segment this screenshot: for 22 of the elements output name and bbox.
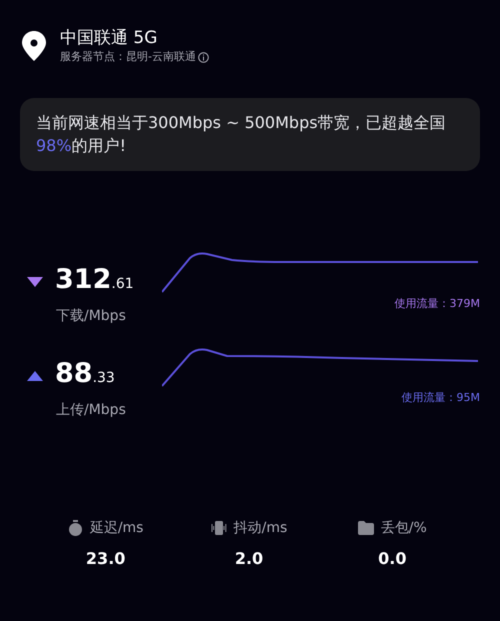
metric-value: 2.0	[234, 549, 264, 568]
location-pin-icon	[22, 31, 46, 61]
summary-text: 当前网速相当于300Mbps ~ 500Mbps带宽，已超越全国 98%的用户!	[36, 112, 447, 157]
metric-label: 抖动/ms	[234, 519, 288, 537]
speed-unit: 上传/Mbps	[56, 401, 126, 419]
speed-value: 88.33	[55, 357, 115, 391]
stopwatch-icon	[68, 520, 83, 536]
metric-label: 丢包/%	[380, 519, 427, 537]
carrier-title: 中国联通 5G	[60, 27, 158, 49]
metric-value: 0.0	[378, 549, 406, 568]
speed-value: 312.61	[55, 263, 134, 297]
up-triangle-icon	[27, 371, 43, 381]
data-usage: 使用流量：95M	[402, 390, 480, 405]
server-label: 服务器节点：昆明-云南联通	[60, 49, 196, 65]
metric-value: 23.0	[86, 549, 126, 568]
folder-icon	[358, 521, 374, 535]
speed-unit: 下载/Mbps	[56, 307, 126, 325]
metric-label: 延迟/ms	[90, 519, 144, 537]
down-triangle-icon	[27, 277, 43, 287]
data-usage: 使用流量：379M	[394, 296, 480, 311]
info-icon[interactable]	[198, 52, 209, 62]
vibration-icon	[210, 520, 227, 536]
